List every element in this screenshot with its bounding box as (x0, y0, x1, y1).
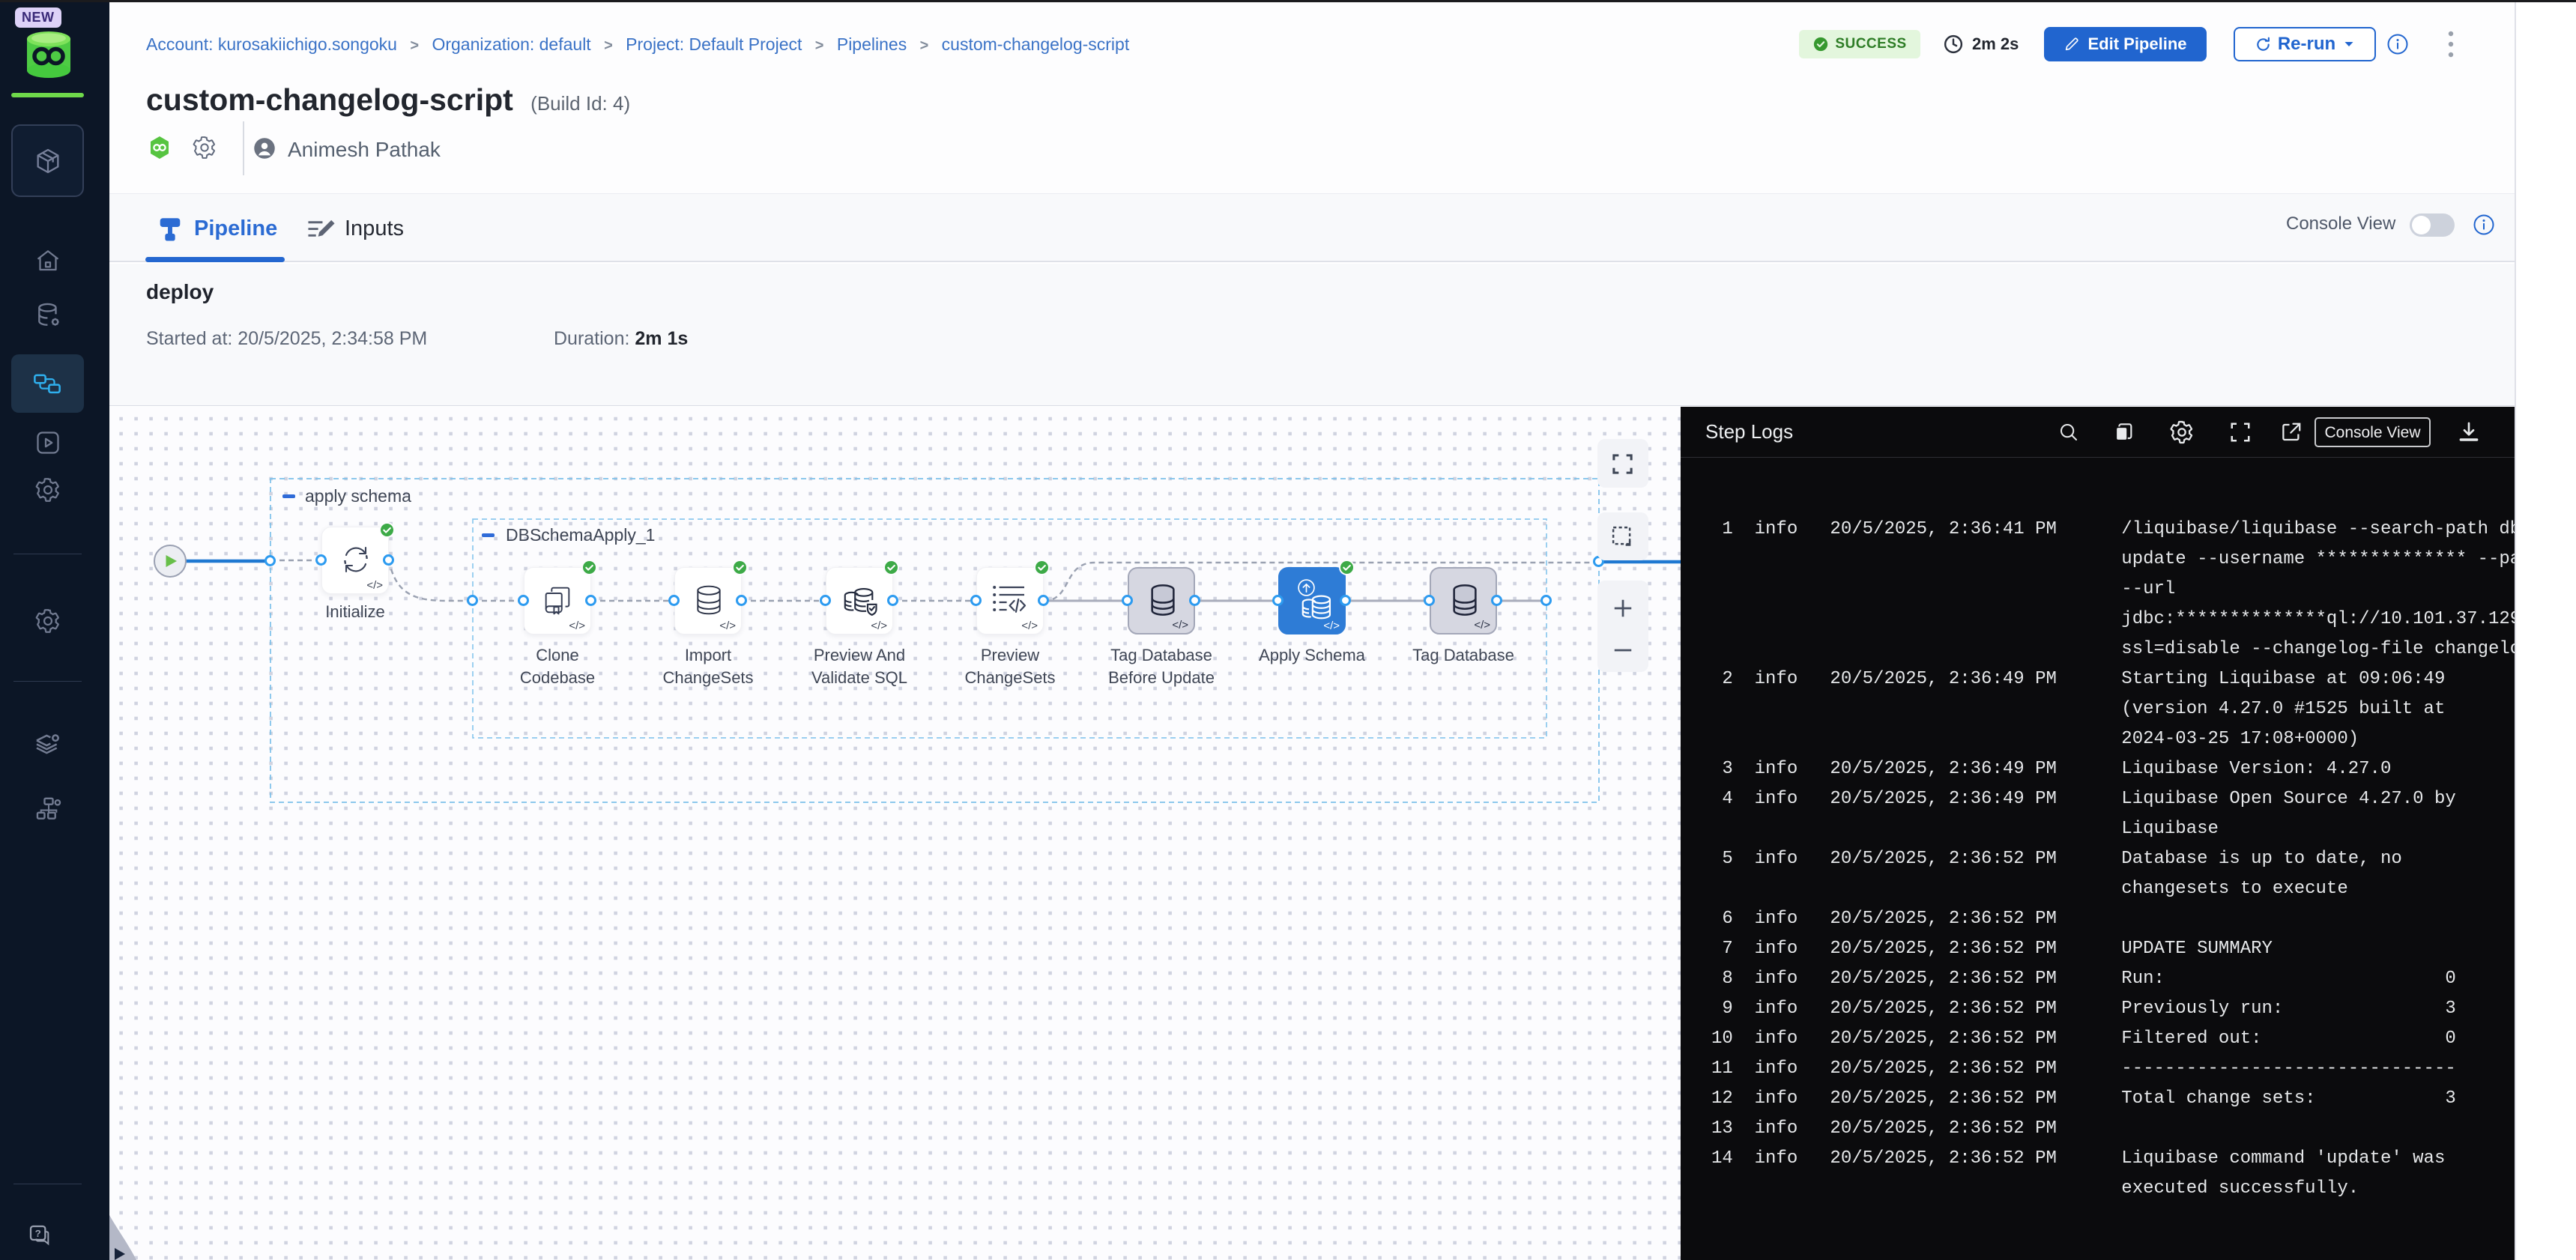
svg-text:?: ? (35, 1228, 41, 1239)
